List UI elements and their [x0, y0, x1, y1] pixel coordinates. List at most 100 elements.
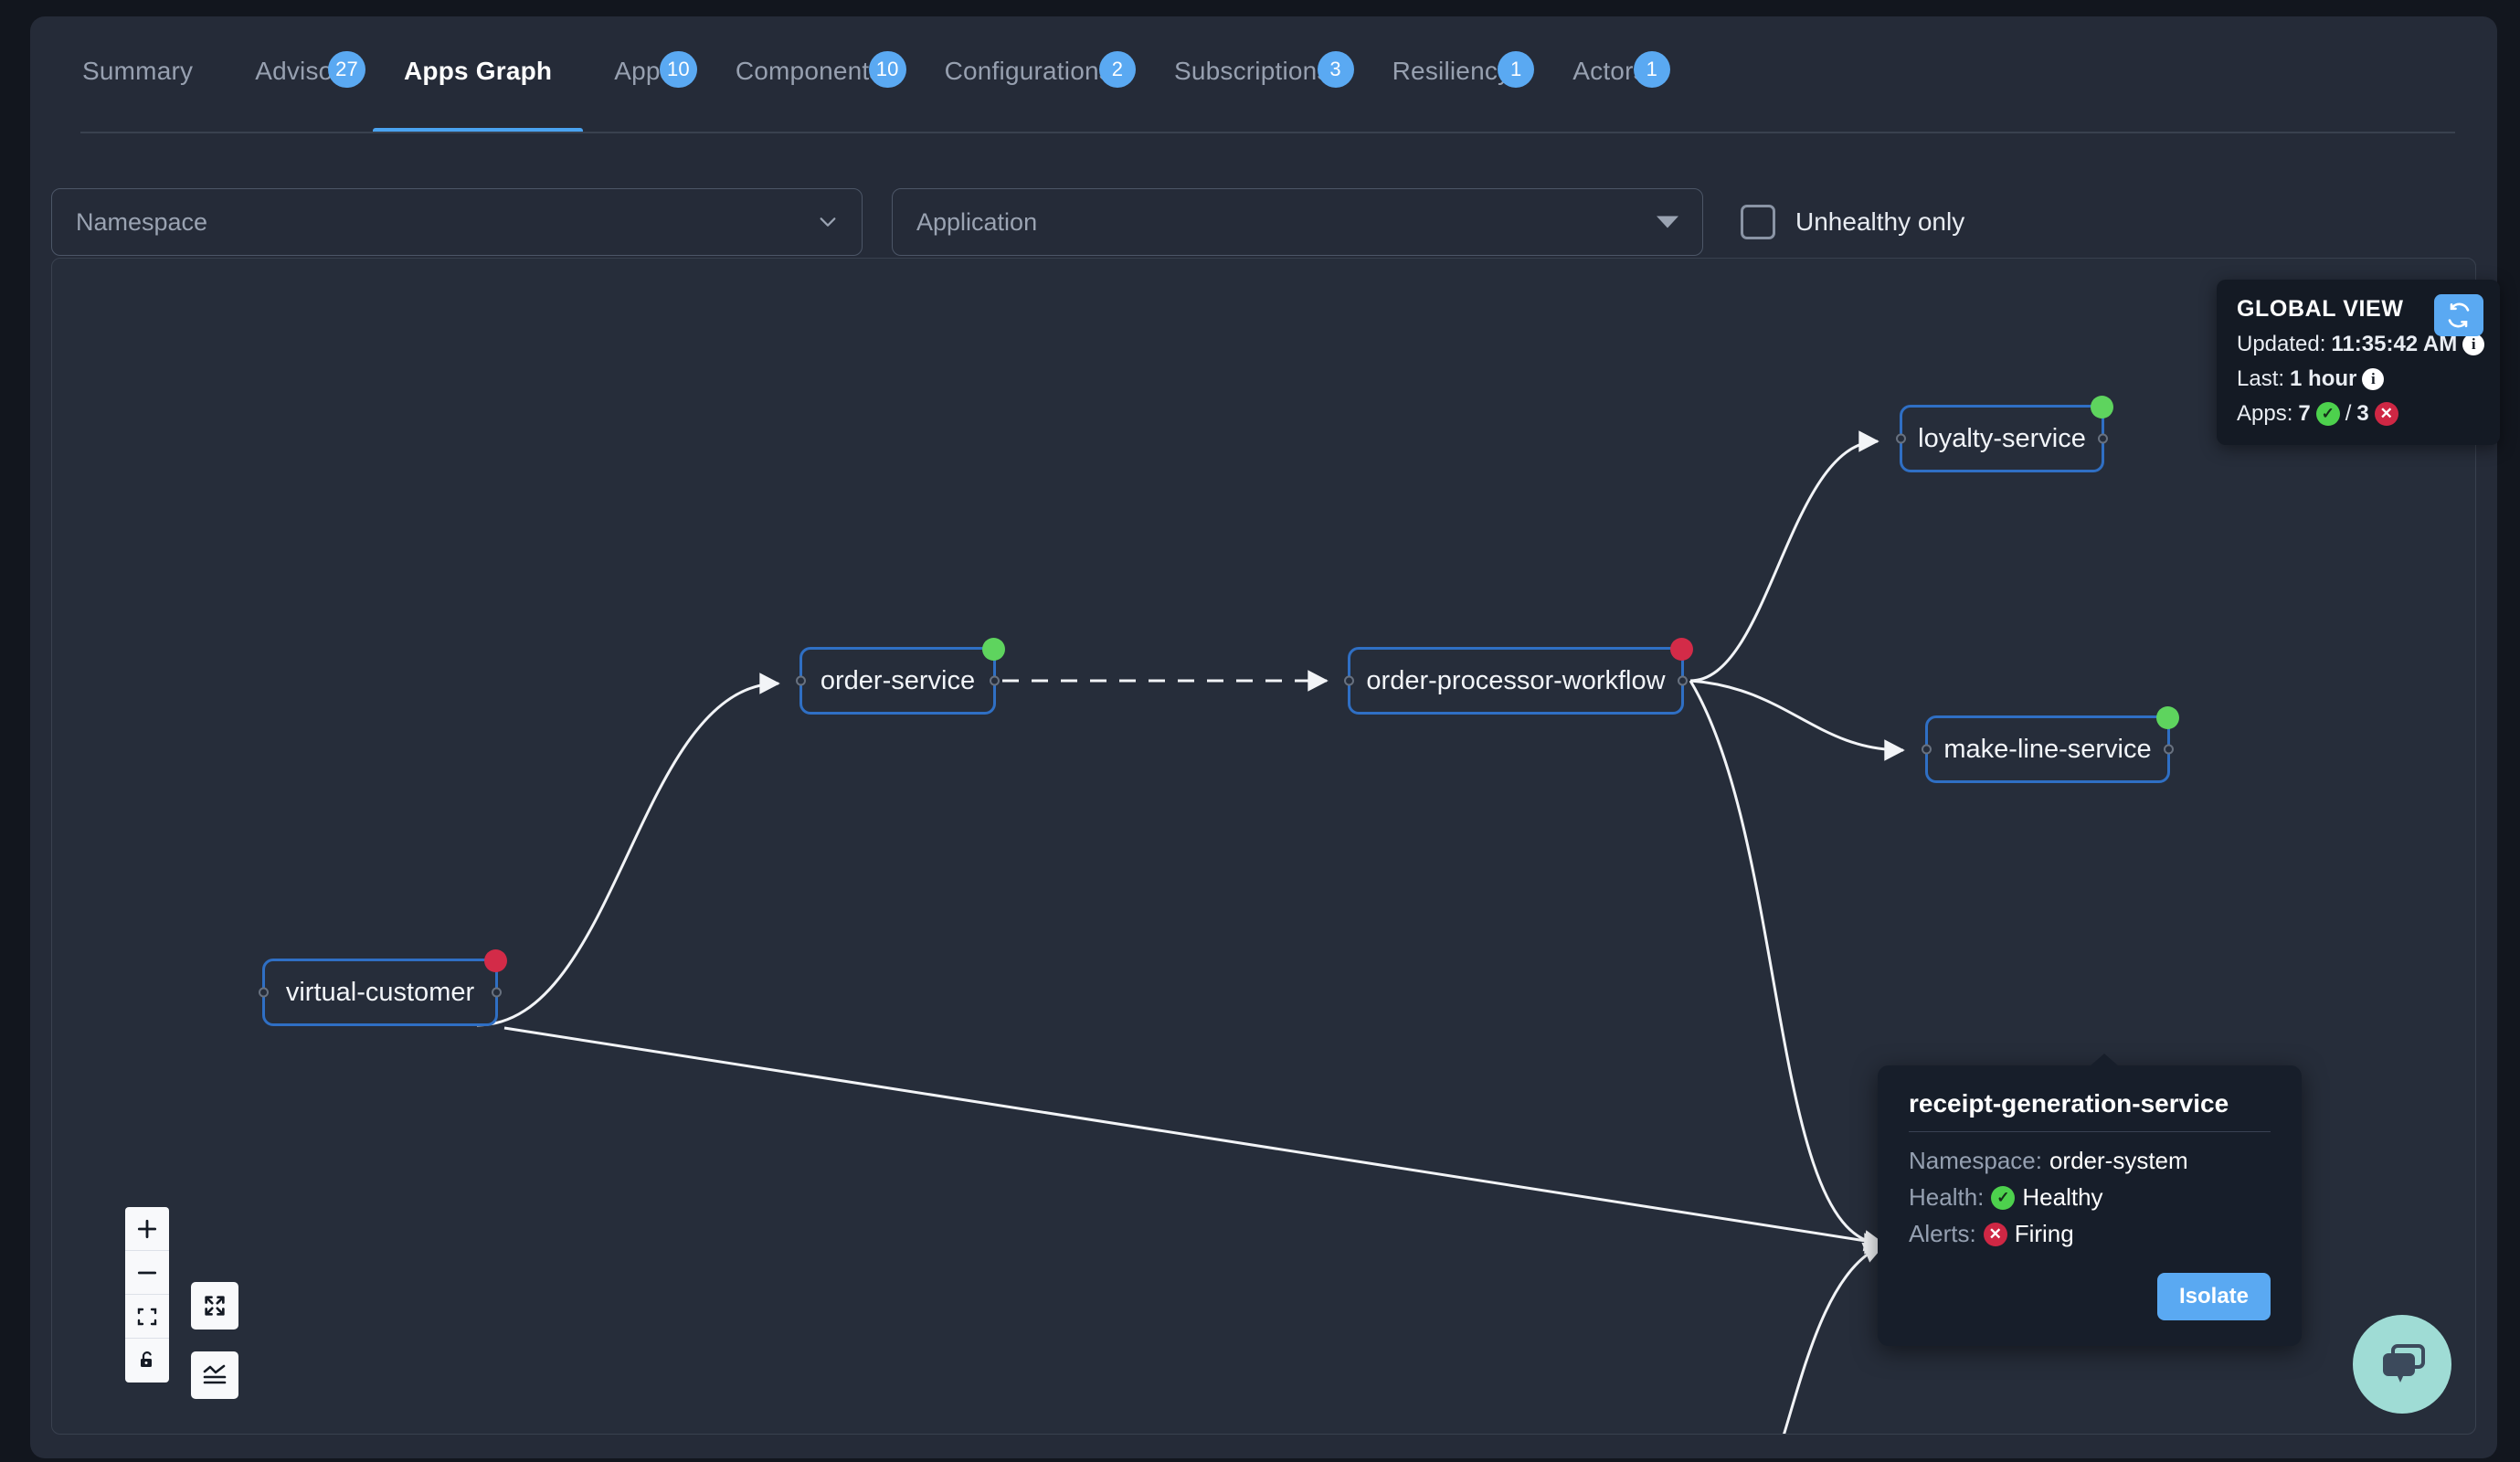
- namespace-select[interactable]: Namespace: [51, 188, 863, 256]
- tab-components[interactable]: Components 10: [704, 16, 914, 133]
- checkbox-box-icon: [1741, 205, 1775, 239]
- node-status-dot-unhealthy: [1670, 638, 1693, 661]
- apps-label: Apps:: [2237, 401, 2293, 426]
- fullscreen-icon: [205, 1296, 225, 1316]
- graph-node-make-line-service[interactable]: make-line-service: [1922, 706, 2179, 783]
- main-card: Summary Advisor 27 Apps Graph Apps 10 Co…: [30, 16, 2500, 1458]
- namespace-value: order-system: [2049, 1147, 2188, 1174]
- refresh-button[interactable]: [2434, 294, 2483, 336]
- dropdown-triangle-icon: [1657, 216, 1678, 228]
- apps-unhealthy-count: 3: [2356, 401, 2369, 426]
- updated-label: Updated:: [2237, 332, 2326, 356]
- node-label: order-processor-workflow: [1366, 665, 1666, 695]
- tab-configurations[interactable]: Configurations 2: [914, 16, 1143, 133]
- tab-subscriptions[interactable]: Subscriptions 3: [1143, 16, 1361, 133]
- popup-alerts-row: Alerts: ✕ Firing: [1909, 1220, 2271, 1248]
- minus-icon: [137, 1271, 157, 1274]
- tab-label: Configurations: [944, 57, 1112, 85]
- filter-bar: Namespace Application Unhealthy only: [30, 133, 2497, 256]
- tab-label: Resiliency: [1392, 57, 1511, 85]
- application-select[interactable]: Application: [892, 188, 1703, 256]
- unhealthy-only-label: Unhealthy only: [1795, 207, 1965, 236]
- node-port-left: [796, 675, 806, 686]
- tab-bar: Summary Advisor 27 Apps Graph Apps 10 Co…: [30, 16, 2497, 133]
- healthy-check-icon: ✓: [2315, 402, 2340, 426]
- node-status-dot-healthy: [2156, 706, 2179, 729]
- namespace-placeholder: Namespace: [76, 207, 208, 236]
- edge-virtual-customer-receipt-generation-service: [503, 1026, 1885, 1252]
- health-label: Health:: [1909, 1183, 1985, 1211]
- edge-opw-receipt-generation-service: [1689, 680, 1885, 1255]
- unhealthy-cross-icon: ✕: [2374, 402, 2398, 426]
- graph-zoom-controls: [125, 1207, 169, 1383]
- popup-separator: [1909, 1131, 2271, 1132]
- fit-view-button[interactable]: [125, 1295, 169, 1339]
- tab-list: Summary Advisor 27 Apps Graph Apps 10 Co…: [51, 16, 1678, 133]
- info-icon[interactable]: i: [2462, 334, 2485, 355]
- isolate-button[interactable]: Isolate: [2156, 1273, 2271, 1320]
- node-detail-popup: receipt-generation-service Namespace: or…: [1878, 1054, 2302, 1346]
- node-label: make-line-service: [1943, 734, 2152, 764]
- popup-title: receipt-generation-service: [1909, 1089, 2229, 1118]
- tab-label: Apps Graph: [403, 57, 553, 85]
- graph-node-virtual-customer[interactable]: virtual-customer: [259, 949, 507, 1026]
- tab-badge: 1: [1498, 51, 1535, 88]
- global-view-last-row: Last: 1 hour i: [2237, 366, 2480, 392]
- health-value: Healthy: [2022, 1183, 2103, 1211]
- popup-health-row: Health: ✓ Healthy: [1909, 1183, 2271, 1212]
- node-port-right: [990, 675, 1000, 686]
- node-port-right: [1678, 675, 1688, 686]
- zoom-in-button[interactable]: [125, 1207, 169, 1251]
- node-status-dot-healthy: [2091, 396, 2113, 418]
- plus-icon: [137, 1219, 157, 1238]
- graph-node-order-service[interactable]: order-service: [796, 638, 1005, 715]
- tab-advisor[interactable]: Advisor 27: [224, 16, 373, 133]
- edge-virtual-customer-order-service: [476, 673, 780, 1027]
- tab-summary[interactable]: Summary: [51, 16, 224, 133]
- tab-actors[interactable]: Actors 1: [1541, 16, 1678, 133]
- popup-namespace-row: Namespace: order-system: [1909, 1147, 2271, 1175]
- chat-widget-button[interactable]: [2353, 1315, 2451, 1414]
- lock-icon: [141, 1351, 152, 1367]
- node-port-left: [1344, 675, 1354, 686]
- fit-view-icon: [137, 1308, 157, 1325]
- node-port-right: [2164, 744, 2174, 755]
- node-port-left: [259, 987, 269, 998]
- tab-resiliency[interactable]: Resiliency 1: [1361, 16, 1542, 133]
- minimap-toggle-button[interactable]: [191, 1351, 238, 1399]
- node-port-right: [492, 987, 502, 998]
- chat-bubble-icon: [2383, 1344, 2425, 1383]
- node-label: virtual-customer: [285, 977, 475, 1007]
- zoom-out-button[interactable]: [125, 1251, 169, 1295]
- alert-cross-icon: ✕: [1983, 1222, 2007, 1246]
- alerts-value: Firing: [2014, 1220, 2074, 1247]
- lock-button[interactable]: [125, 1339, 169, 1383]
- node-port-left: [1896, 433, 1906, 444]
- alerts-label: Alerts:: [1909, 1220, 1976, 1247]
- healthy-check-icon: ✓: [1991, 1185, 2016, 1210]
- fullscreen-button[interactable]: [191, 1282, 238, 1330]
- last-label: Last:: [2237, 366, 2285, 391]
- application-placeholder: Application: [916, 207, 1038, 236]
- node-label: order-service: [820, 665, 976, 695]
- node-status-dot-unhealthy: [484, 949, 507, 972]
- graph-node-order-processor-workflow[interactable]: order-processor-workflow: [1344, 638, 1693, 715]
- global-view-panel: GLOBAL VIEW Updated: 11:35:42 AM i Last:…: [2217, 280, 2500, 445]
- info-icon[interactable]: i: [2362, 368, 2385, 390]
- tab-badge: 3: [1317, 51, 1354, 88]
- apps-count-separator: /: [2345, 401, 2352, 426]
- tab-badge: 1: [1633, 51, 1670, 88]
- refresh-icon: [2448, 302, 2470, 328]
- graph-node-loyalty-service[interactable]: loyalty-service: [1896, 396, 2113, 472]
- apps-healthy-count: 7: [2298, 401, 2311, 426]
- edge-opw-loyalty-service: [1689, 430, 1879, 683]
- tab-badge: 10: [868, 51, 906, 88]
- node-label: loyalty-service: [1918, 423, 2086, 453]
- tab-label: Subscriptions: [1173, 57, 1330, 85]
- tab-apps-graph[interactable]: Apps Graph: [372, 16, 584, 133]
- tab-badge: 10: [659, 51, 697, 88]
- unhealthy-only-checkbox[interactable]: Unhealthy only: [1741, 205, 1964, 239]
- global-view-apps-row: Apps: 7 ✓ / 3 ✕: [2237, 401, 2480, 427]
- tab-apps[interactable]: Apps 10: [583, 16, 704, 133]
- minimap-icon: [203, 1364, 227, 1384]
